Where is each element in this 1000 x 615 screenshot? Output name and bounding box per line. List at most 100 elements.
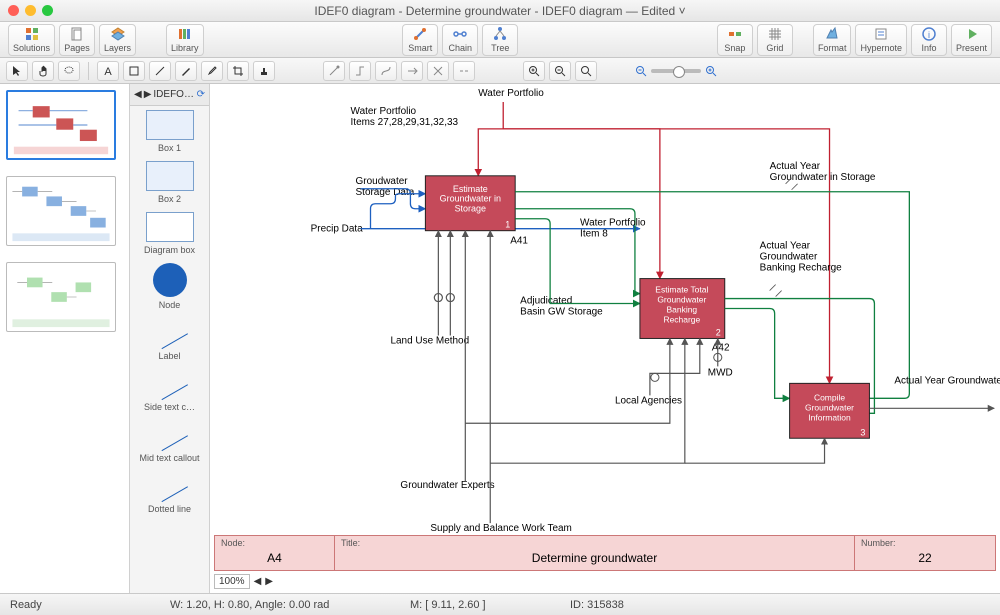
label-a42: A42 (712, 342, 730, 353)
lib-item-mid-text[interactable]: Mid text callout (132, 420, 207, 463)
toolbar-label: Info (921, 43, 936, 53)
connector-tool-2[interactable] (349, 61, 371, 81)
label-gw-experts: Groundwater Experts (400, 480, 494, 491)
lib-label: Mid text callout (139, 453, 199, 463)
solutions-button[interactable]: Solutions (8, 24, 55, 56)
hypernote-button[interactable]: Hypernote (855, 24, 907, 56)
info-button[interactable]: i Info (911, 24, 947, 56)
status-dimensions: W: 1.20, H: 0.80, Angle: 0.00 rad (170, 599, 370, 611)
layers-button[interactable]: Layers (99, 24, 136, 56)
connector-tool-6[interactable] (453, 61, 475, 81)
lib-item-node[interactable]: Node (132, 263, 207, 310)
lib-item-dotted-line[interactable]: Dotted line (132, 471, 207, 514)
sub-toolbar: A (0, 58, 1000, 84)
stamp-tool[interactable] (253, 61, 275, 81)
label-precip-data: Precip Data (311, 224, 364, 235)
grid-button[interactable]: Grid (757, 24, 793, 56)
crop-tool[interactable] (227, 61, 249, 81)
chain-button[interactable]: Chain (442, 24, 478, 56)
lib-item-label[interactable]: Label (132, 318, 207, 361)
eyedropper-tool[interactable] (201, 61, 223, 81)
text-tool[interactable]: A (97, 61, 119, 81)
titlebar: IDEF0 diagram - Determine groundwater - … (0, 0, 1000, 22)
diagram-footer: Node: A4 Title: Determine groundwater Nu… (214, 535, 996, 571)
lib-label: Node (159, 300, 181, 310)
status-id: ID: 315838 (570, 599, 690, 611)
chevron-left-icon[interactable]: ◀ (254, 576, 262, 587)
lib-label: Box 2 (158, 194, 181, 204)
svg-text:A: A (104, 66, 112, 77)
format-button[interactable]: Format (813, 24, 852, 56)
library-button[interactable]: Library (166, 24, 204, 56)
chevron-right-icon[interactable]: ▶ (144, 89, 152, 100)
zoom-out-icon[interactable] (635, 65, 647, 77)
footer-number-label: Number: (861, 538, 989, 548)
footer-node-label: Node: (221, 538, 328, 548)
tree-button[interactable]: Tree (482, 24, 518, 56)
smart-button[interactable]: Smart (402, 24, 438, 56)
lib-item-box1[interactable]: Box 1 (132, 110, 207, 153)
note-tool[interactable] (123, 61, 145, 81)
present-button[interactable]: Present (951, 24, 992, 56)
page-thumb-2[interactable] (6, 176, 116, 246)
svg-text:3: 3 (860, 427, 865, 437)
connector-tool-3[interactable] (375, 61, 397, 81)
connector-tool-4[interactable] (401, 61, 423, 81)
diagram-canvas[interactable]: Water Portfolio Water PortfolioItems 27,… (210, 84, 1000, 553)
toolbar-label: Chain (448, 43, 472, 53)
hand-tool[interactable] (32, 61, 54, 81)
zoom-in-button[interactable] (523, 61, 545, 81)
zoom-select[interactable]: 100% (214, 574, 250, 589)
toolbar-label: Pages (64, 43, 90, 53)
toolbar-label: Hypernote (860, 43, 902, 53)
lasso-tool[interactable] (58, 61, 80, 81)
zoom-slider[interactable] (651, 69, 701, 73)
toolbar-label: Present (956, 43, 987, 53)
toolbar-label: Solutions (13, 43, 50, 53)
pen-tool[interactable] (175, 61, 197, 81)
label-wp-items: Water PortfolioItems 27,28,29,31,32,33 (351, 106, 459, 128)
connector-tool-5[interactable] (427, 61, 449, 81)
pointer-tool[interactable] (6, 61, 28, 81)
lib-item-diagram-box[interactable]: Diagram box (132, 212, 207, 255)
page-thumb-1[interactable] (6, 90, 116, 160)
refresh-icon[interactable]: ⟳ (197, 89, 205, 100)
toolbar-label: Tree (491, 43, 509, 53)
library-title: IDEFO… (153, 89, 194, 100)
connector-tool-1[interactable] (323, 61, 345, 81)
zoom-in-icon[interactable] (705, 65, 717, 77)
footer-title-label: Title: (341, 538, 848, 548)
chevron-right-icon[interactable]: ▶ (265, 576, 273, 587)
svg-text:i: i (928, 30, 930, 40)
canvas-area[interactable]: Water Portfolio Water PortfolioItems 27,… (210, 84, 1000, 593)
svg-text:2: 2 (716, 327, 721, 337)
pages-button[interactable]: Pages (59, 24, 95, 56)
label-actual-year-gw: Actual Year Groundwater (894, 375, 1000, 386)
lib-item-box2[interactable]: Box 2 (132, 161, 207, 204)
lib-label: Dotted line (148, 504, 191, 514)
page-thumb-3[interactable] (6, 262, 116, 332)
chevron-left-icon[interactable]: ◀ (134, 89, 142, 100)
main-toolbar: Solutions Pages Layers Library Smart Cha… (0, 22, 1000, 58)
zoom-fit-button[interactable] (575, 61, 597, 81)
zoom-out-button[interactable] (549, 61, 571, 81)
snap-button[interactable]: Snap (717, 24, 753, 56)
label-gw-storage-data: GroudwaterStorage Data (356, 176, 415, 198)
line-tool[interactable] (149, 61, 171, 81)
svg-text:1: 1 (505, 220, 510, 230)
toolbar-label: Format (818, 43, 847, 53)
footer-node-value: A4 (221, 548, 328, 568)
toolbar-label: Library (171, 43, 199, 53)
label-a41: A41 (510, 236, 528, 247)
library-header[interactable]: ◀ ▶ IDEFO… ⟳ (130, 84, 209, 106)
toolbar-label: Layers (104, 43, 131, 53)
lib-label: Side text c… (144, 402, 195, 412)
lib-item-side-text[interactable]: Side text c… (132, 369, 207, 412)
main-area: ◀ ▶ IDEFO… ⟳ Box 1 Box 2 Diagram box Nod… (0, 84, 1000, 593)
lib-label: Box 1 (158, 143, 181, 153)
status-mouse: M: [ 9.11, 2.60 ] (410, 599, 530, 611)
footer-title-value: Determine groundwater (341, 548, 848, 568)
label-mwd: MWD (708, 367, 733, 378)
toolbar-label: Snap (724, 43, 745, 53)
library-panel: ◀ ▶ IDEFO… ⟳ Box 1 Box 2 Diagram box Nod… (130, 84, 210, 593)
